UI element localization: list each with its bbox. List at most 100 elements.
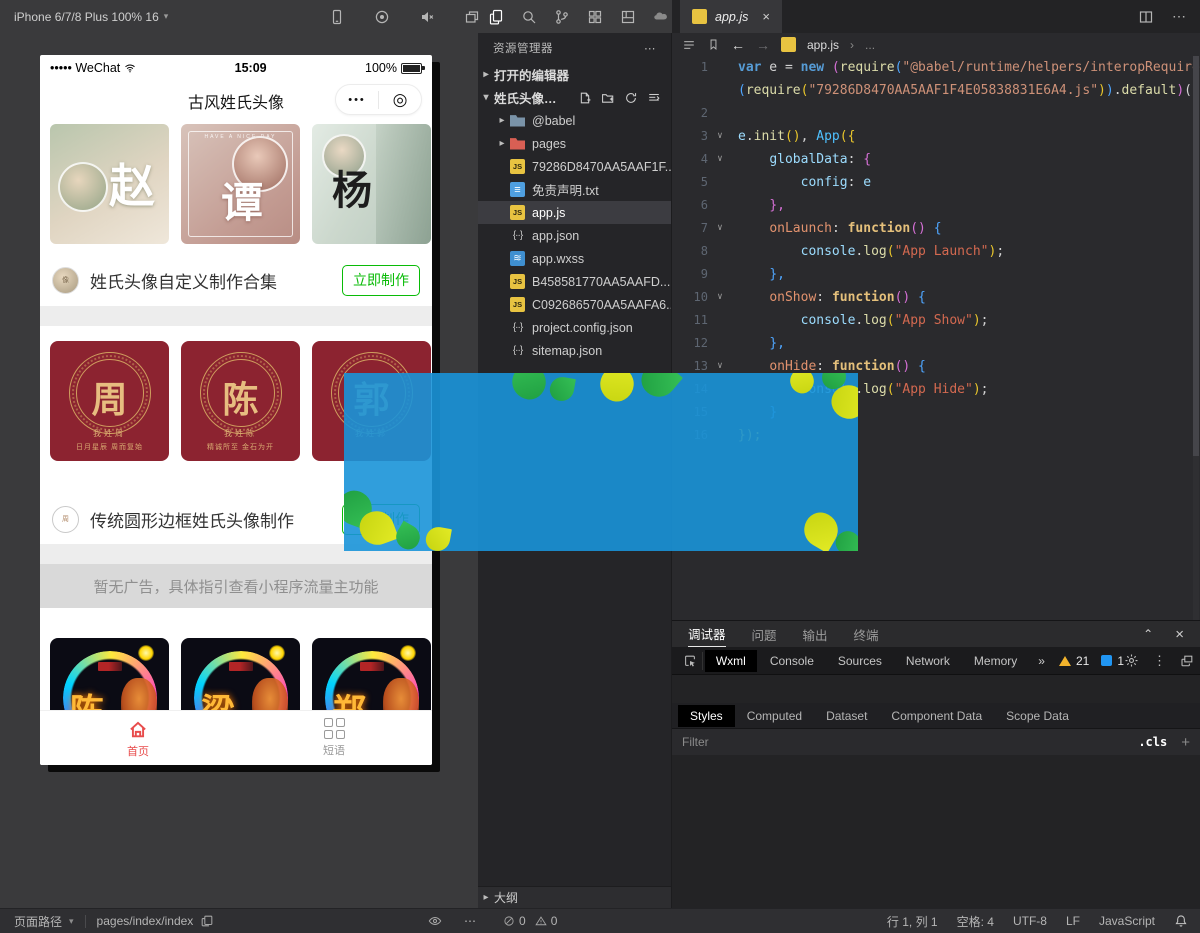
glow-dot [400, 645, 416, 661]
page-path-label[interactable]: 页面路径 [14, 913, 62, 930]
files-icon[interactable] [487, 8, 504, 25]
breadcrumb-more[interactable]: ... [865, 38, 875, 52]
devtools-tab-wxml[interactable]: Wxml [705, 650, 757, 672]
debugger-tab-终端[interactable]: 终端 [854, 625, 879, 644]
close-panel-icon[interactable]: × [1175, 626, 1184, 643]
page-path-value[interactable]: pages/index/index [97, 914, 194, 928]
encoding[interactable]: UTF-8 [1013, 914, 1047, 928]
undock-icon[interactable] [1180, 654, 1194, 668]
kebab-menu-icon[interactable]: ⋮ [1153, 653, 1166, 669]
explorer-more-icon[interactable]: ⋯ [644, 41, 656, 55]
styles-tab-computed[interactable]: Computed [735, 705, 814, 727]
more-icon[interactable]: ⋯ [1172, 8, 1186, 25]
avatar-photo-yang[interactable]: 杨 [312, 124, 431, 244]
exit-target-icon[interactable]: ◎ [379, 90, 421, 110]
close-icon[interactable]: × [762, 9, 770, 24]
collapse-panel-icon[interactable]: ⌃ [1143, 627, 1153, 641]
file-row-sitemap.json[interactable]: sitemap.json [478, 339, 671, 362]
eye-icon[interactable] [428, 914, 442, 928]
avatar-red-zhou[interactable]: 周 我姓周 日月星辰 周而复始 [50, 341, 169, 461]
devtools-tab-console[interactable]: Console [759, 650, 825, 672]
indent-setting[interactable]: 空格: 4 [957, 913, 994, 930]
styles-tab-styles[interactable]: Styles [678, 705, 735, 727]
avatar-photo-zhao[interactable]: 赵 [50, 124, 169, 244]
open-editors-section[interactable]: ▸打开的编辑器 [478, 63, 671, 86]
refresh-icon[interactable] [624, 91, 638, 105]
fold-chevron-icon[interactable]: ∨ [708, 217, 732, 240]
inspect-element-icon[interactable] [678, 652, 703, 670]
more-dots-icon[interactable]: ••• [336, 94, 378, 106]
editor-scrollbar[interactable] [1193, 56, 1199, 620]
mute-icon[interactable] [418, 8, 435, 25]
windows-icon[interactable] [463, 8, 480, 25]
extensions-icon[interactable] [586, 8, 603, 25]
copy-icon[interactable] [200, 914, 214, 928]
tab-overflow-icon[interactable]: » [1038, 654, 1045, 668]
fold-chevron-icon[interactable]: ∨ [708, 148, 732, 171]
search-icon[interactable] [520, 8, 537, 25]
cls-toggle[interactable]: .cls [1138, 735, 1167, 749]
forward-arrow-icon[interactable]: → [756, 37, 770, 53]
bookmark-icon[interactable] [707, 38, 720, 51]
tab-home[interactable]: 首页 [40, 711, 236, 765]
error-count[interactable]: 0 [519, 914, 526, 928]
avatar-neon-liang[interactable]: 梁 [181, 638, 300, 710]
git-branch-icon[interactable] [553, 8, 570, 25]
tab-app-js[interactable]: app.js × [680, 0, 782, 33]
styles-tab-component-data[interactable]: Component Data [879, 705, 994, 727]
file-row-C092686570AA5AAFA6...[interactable]: C092686570AA5AAFA6... [478, 293, 671, 316]
line-number: 11 [672, 309, 708, 332]
phone-icon[interactable] [328, 8, 345, 25]
devtools-tab-sources[interactable]: Sources [827, 650, 893, 672]
fold-chevron-icon[interactable]: ∨ [708, 286, 732, 309]
avatar-red-chen[interactable]: 陈 我姓陈 精诚所至 金石为开 [181, 341, 300, 461]
eol-setting[interactable]: LF [1066, 914, 1080, 928]
back-arrow-icon[interactable]: ← [731, 37, 745, 53]
styles-tab-scope-data[interactable]: Scope Data [994, 705, 1081, 727]
more-icon[interactable]: ⋯ [464, 914, 476, 928]
info-count[interactable]: 1 [1117, 654, 1124, 668]
file-row-79286D8470AA5AAF1F...[interactable]: 79286D8470AA5AAF1F... [478, 155, 671, 178]
styles-tab-dataset[interactable]: Dataset [814, 705, 879, 727]
new-folder-icon[interactable] [601, 91, 615, 105]
outline-menu-icon[interactable] [682, 38, 696, 52]
devtools-tab-network[interactable]: Network [895, 650, 961, 672]
language-mode[interactable]: JavaScript [1099, 914, 1155, 928]
outline-section[interactable]: ▸大纲 [478, 886, 671, 908]
breadcrumb-file[interactable]: app.js [807, 38, 839, 52]
project-root-row[interactable]: ▾姓氏头像框... [478, 86, 671, 109]
settings-gear-icon[interactable] [1124, 653, 1139, 668]
file-row-app.js[interactable]: app.js [478, 201, 671, 224]
debugger-tab-调试器[interactable]: 调试器 [688, 621, 726, 647]
make-now-button[interactable]: 立即制作 [342, 265, 420, 296]
cloud-icon[interactable] [652, 8, 669, 25]
avatar-neon-zheng[interactable]: 郑 [312, 638, 431, 710]
filter-input[interactable]: Filter [682, 735, 709, 749]
new-file-icon[interactable] [578, 91, 592, 105]
cursor-position[interactable]: 行 1, 列 1 [887, 913, 938, 930]
split-editor-icon[interactable] [1137, 8, 1154, 25]
avatar-photo-tan[interactable]: HAVE A NICE DAY 谭 [181, 124, 300, 244]
avatar-neon-chen[interactable]: 陈 [50, 638, 169, 710]
bell-icon[interactable] [1174, 914, 1188, 928]
file-row-B458581770AA5AAFD...[interactable]: B458581770AA5AAFD... [478, 270, 671, 293]
file-row-pages[interactable]: ▸pages [478, 132, 671, 155]
debugger-tab-输出[interactable]: 输出 [803, 625, 828, 644]
fold-gutter [708, 332, 732, 355]
devtools-tab-memory[interactable]: Memory [963, 650, 1028, 672]
file-row-project.config.json[interactable]: project.config.json [478, 316, 671, 339]
file-row-app.wxss[interactable]: app.wxss [478, 247, 671, 270]
warning-count[interactable]: 0 [551, 914, 558, 928]
add-style-icon[interactable]: + [1181, 734, 1190, 751]
collapse-all-icon[interactable] [647, 91, 661, 105]
file-row-@babel[interactable]: ▸@babel [478, 109, 671, 132]
file-row-app.json[interactable]: app.json [478, 224, 671, 247]
file-row-_.txt[interactable]: 免责声明.txt [478, 178, 671, 201]
tab-phrases[interactable]: 短语 [236, 711, 432, 765]
warning-count[interactable]: 21 [1076, 654, 1089, 668]
debugger-tab-问题[interactable]: 问题 [752, 625, 777, 644]
device-selector[interactable]: iPhone 6/7/8 Plus 100% 16 ▾ [0, 10, 168, 24]
layout-icon[interactable] [619, 8, 636, 25]
record-icon[interactable] [373, 8, 390, 25]
fold-chevron-icon[interactable]: ∨ [708, 125, 732, 148]
